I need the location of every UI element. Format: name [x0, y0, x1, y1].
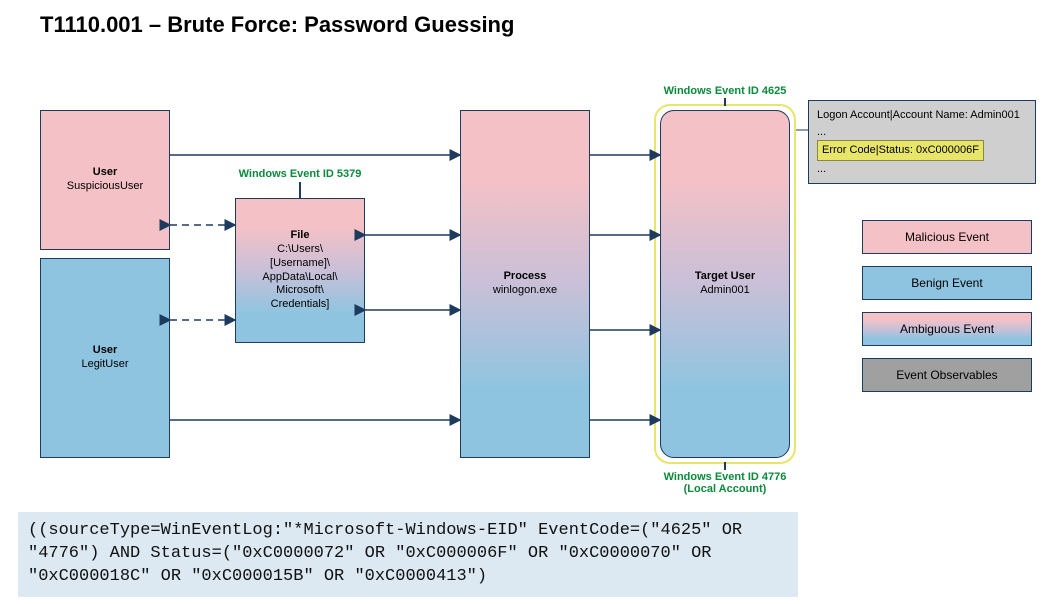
legend-ambiguous: Ambiguous Event [862, 312, 1032, 346]
node-label: User [93, 166, 117, 180]
legend-benign: Benign Event [862, 266, 1032, 300]
event-label-target-bottom: Windows Event ID 4776 (Local Account) [650, 471, 800, 495]
query-box: ((sourceType=WinEventLog:"*Microsoft-Win… [18, 512, 798, 597]
node-sub: winlogon.exe [493, 284, 557, 298]
node-label: Target User [695, 270, 755, 284]
obs-hl-val: : 0xC000006F [910, 144, 979, 156]
legend-malicious: Malicious Event [862, 220, 1032, 254]
obs-ellipsis: ... [817, 161, 1027, 178]
node-label: User [93, 344, 117, 358]
node-sub: C:\Users\ [Username]\ AppData\Local\ Mic… [262, 243, 337, 312]
legend: Malicious Event Benign Event Ambiguous E… [862, 220, 1032, 392]
node-sub: LegitUser [81, 358, 128, 372]
tick-target-bottom [724, 462, 726, 470]
event-label-target-top: Windows Event ID 4625 [650, 85, 800, 97]
obs-ellipsis: ... [817, 124, 1027, 141]
obs-hl-key: Error Code|Status [822, 144, 910, 156]
tick-target-top [724, 98, 726, 106]
node-target-user: Target User Admin001 [660, 110, 790, 458]
node-file: File C:\Users\ [Username]\ AppData\Local… [235, 198, 365, 343]
diagram-canvas: User SuspiciousUser User LegitUser File … [0, 0, 1053, 604]
node-label: Process [504, 270, 547, 284]
node-suspicious-user: User SuspiciousUser [40, 110, 170, 250]
legend-observables: Event Observables [862, 358, 1032, 392]
obs-highlight-row: Error Code|Status: 0xC000006F [817, 140, 1027, 161]
event-label-file: Windows Event ID 5379 [225, 168, 375, 180]
node-legit-user: User LegitUser [40, 258, 170, 458]
tick-file [299, 182, 301, 198]
node-sub: Admin001 [700, 284, 750, 298]
node-label: File [291, 229, 310, 243]
node-process: Process winlogon.exe [460, 110, 590, 458]
obs-line1: Logon Account|Account Name: Admin001 [817, 107, 1027, 124]
node-sub: SuspiciousUser [67, 180, 143, 194]
observables-panel: Logon Account|Account Name: Admin001 ...… [808, 100, 1036, 184]
